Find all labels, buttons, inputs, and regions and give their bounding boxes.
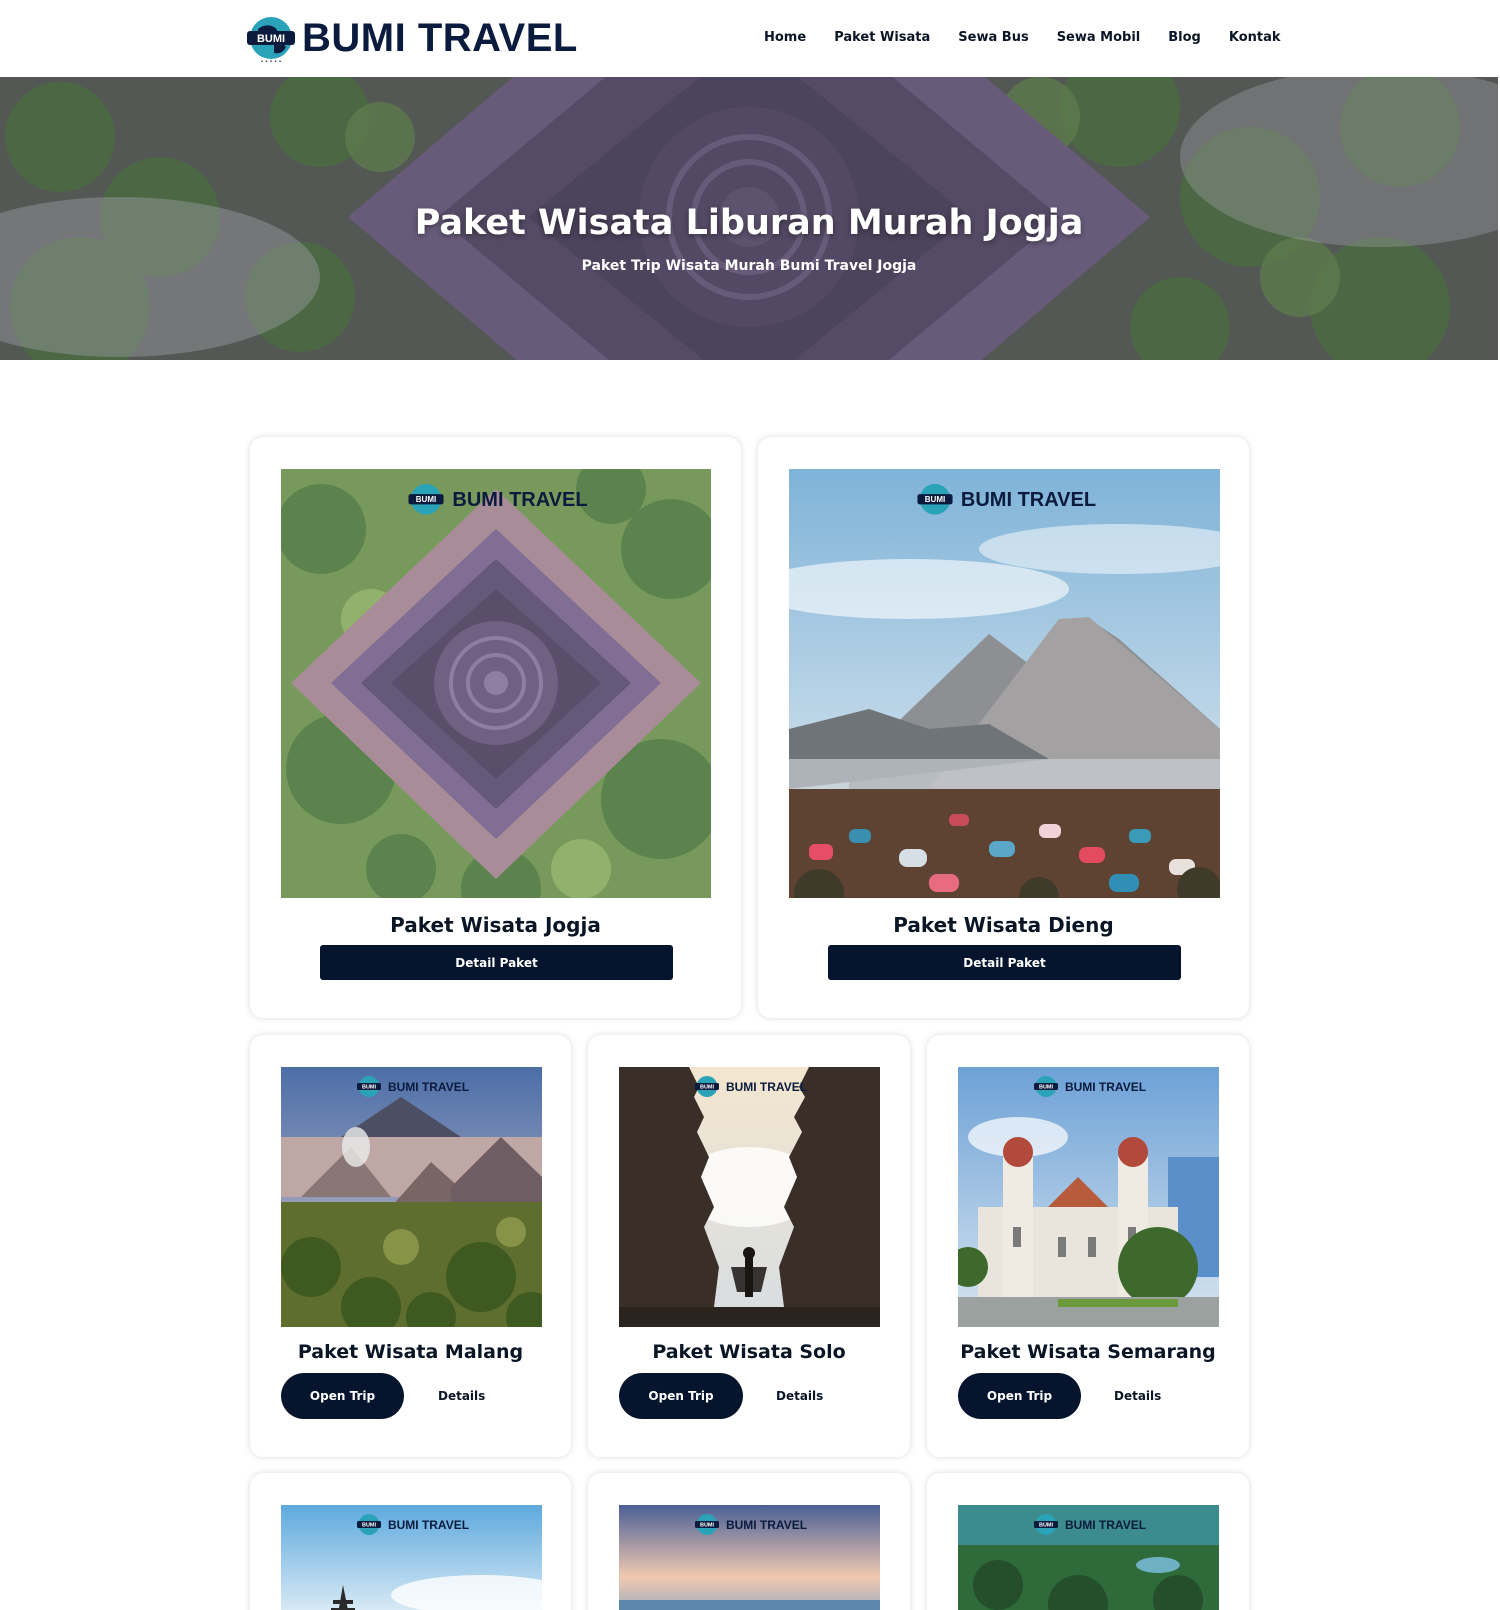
package-card-jogja: BUMI BUMI TRAVEL Paket Wisata Jogja Deta… [249,436,742,1019]
svg-text:BUMI: BUMI [1039,1523,1054,1529]
package-card-semarang: BUMI BUMI TRAVEL Paket Wisata Semarang O… [926,1034,1250,1458]
globe-logo-icon: BUMI [917,483,953,515]
hero-subtitle: Paket Trip Wisata Murah Bumi Travel Jogj… [581,258,917,274]
watermark: BUMI BUMI TRAVEL [958,1512,1219,1538]
package-card-dieng: BUMI BUMI TRAVEL Paket Wisata Dieng Deta… [757,436,1250,1019]
package-image-island[interactable]: BUMI BUMI TRAVEL [958,1505,1219,1610]
package-image-malang[interactable]: BUMI BUMI TRAVEL [281,1067,542,1327]
watermark-text: BUMI TRAVEL [387,1080,470,1094]
svg-text:BUMI: BUMI [925,495,945,504]
watermark: BUMI BUMI TRAVEL [619,1512,880,1538]
nav-sewa-bus[interactable]: Sewa Bus [958,30,1028,45]
open-trip-button[interactable]: Open Trip [281,1373,404,1419]
site-header: BUMI • • • • • BUMI TRAVEL Home Paket Wi… [0,0,1498,77]
detail-paket-button[interactable]: Detail Paket [320,945,673,980]
watermark-text: BUMI TRAVEL [725,1080,808,1094]
svg-text:BUMI: BUMI [362,1523,377,1529]
svg-text:BUMI: BUMI [700,1523,715,1529]
package-title: Paket Wisata Jogja [390,913,601,937]
details-link[interactable]: Details [1114,1389,1161,1403]
svg-text:BUMI: BUMI [257,33,285,45]
package-title: Paket Wisata Semarang [960,1341,1216,1363]
package-image-beach[interactable]: BUMI BUMI TRAVEL [619,1505,880,1610]
globe-logo-icon: BUMI [356,1514,381,1535]
svg-text:BUMI: BUMI [362,1085,377,1091]
package-image-dieng[interactable]: BUMI BUMI TRAVEL [789,469,1220,898]
watermark-text: BUMI TRAVEL [1064,1080,1147,1094]
open-trip-button[interactable]: Open Trip [619,1373,743,1419]
main-nav: Home Paket Wisata Sewa Bus Sewa Mobil Bl… [764,30,1309,45]
package-image-solo[interactable]: BUMI BUMI TRAVEL [619,1067,880,1327]
globe-logo-icon: BUMI [694,1076,719,1097]
nav-kontak[interactable]: Kontak [1229,30,1281,45]
globe-logo-icon: BUMI • • • • • [244,13,298,65]
watermark: BUMI BUMI TRAVEL [958,1074,1219,1100]
hero-title: Paket Wisata Liburan Murah Jogja [414,203,1084,243]
details-link[interactable]: Details [776,1389,823,1403]
watermark-text: BUMI TRAVEL [1064,1518,1147,1532]
watermark-text: BUMI TRAVEL [387,1518,470,1532]
package-image-bali[interactable]: BUMI BUMI TRAVEL [281,1505,542,1610]
nav-blog[interactable]: Blog [1168,30,1201,45]
svg-text:BUMI: BUMI [1039,1085,1054,1091]
globe-logo-icon: BUMI [408,483,444,515]
detail-paket-button[interactable]: Detail Paket [828,945,1181,980]
watermark: BUMI BUMI TRAVEL [281,1074,542,1100]
svg-text:BUMI: BUMI [700,1085,715,1091]
globe-logo-icon: BUMI [1033,1076,1058,1097]
package-image-jogja[interactable]: BUMI BUMI TRAVEL [281,469,711,898]
watermark: BUMI BUMI TRAVEL [619,1074,880,1100]
globe-logo-icon: BUMI [356,1076,381,1097]
brand-logo[interactable]: BUMI • • • • • BUMI TRAVEL [244,12,578,65]
package-card-island: BUMI BUMI TRAVEL [926,1472,1250,1610]
nav-sewa-mobil[interactable]: Sewa Mobil [1057,30,1141,45]
package-title: Paket Wisata Solo [652,1341,846,1363]
package-title: Paket Wisata Malang [297,1341,524,1363]
nav-paket-wisata[interactable]: Paket Wisata [834,30,930,45]
svg-text:BUMI: BUMI [416,495,436,504]
watermark: BUMI BUMI TRAVEL [789,481,1220,519]
watermark-text: BUMI TRAVEL [960,488,1097,511]
package-card-beach: BUMI BUMI TRAVEL [587,1472,911,1610]
package-title: Paket Wisata Dieng [893,913,1114,937]
watermark: BUMI BUMI TRAVEL [281,1512,542,1538]
watermark-text: BUMI TRAVEL [725,1518,808,1532]
watermark-text: BUMI TRAVEL [452,488,588,511]
package-card-solo: BUMI BUMI TRAVEL Paket Wisata Solo Open … [587,1034,911,1458]
details-link[interactable]: Details [438,1389,485,1403]
open-trip-button[interactable]: Open Trip [958,1373,1081,1419]
globe-logo-icon: BUMI [694,1514,719,1535]
globe-logo-icon: BUMI [1033,1514,1058,1535]
hero-banner: Paket Wisata Liburan Murah Jogja Paket T… [0,77,1498,360]
nav-home[interactable]: Home [764,30,806,45]
watermark: BUMI BUMI TRAVEL [281,481,711,519]
svg-text:• • • • •: • • • • • [260,59,281,65]
package-card-bali: BUMI BUMI TRAVEL [249,1472,572,1610]
package-image-semarang[interactable]: BUMI BUMI TRAVEL [958,1067,1219,1327]
package-card-malang: BUMI BUMI TRAVEL Paket Wisata Malang Ope… [249,1034,572,1458]
brand-name: BUMI TRAVEL [302,16,578,60]
